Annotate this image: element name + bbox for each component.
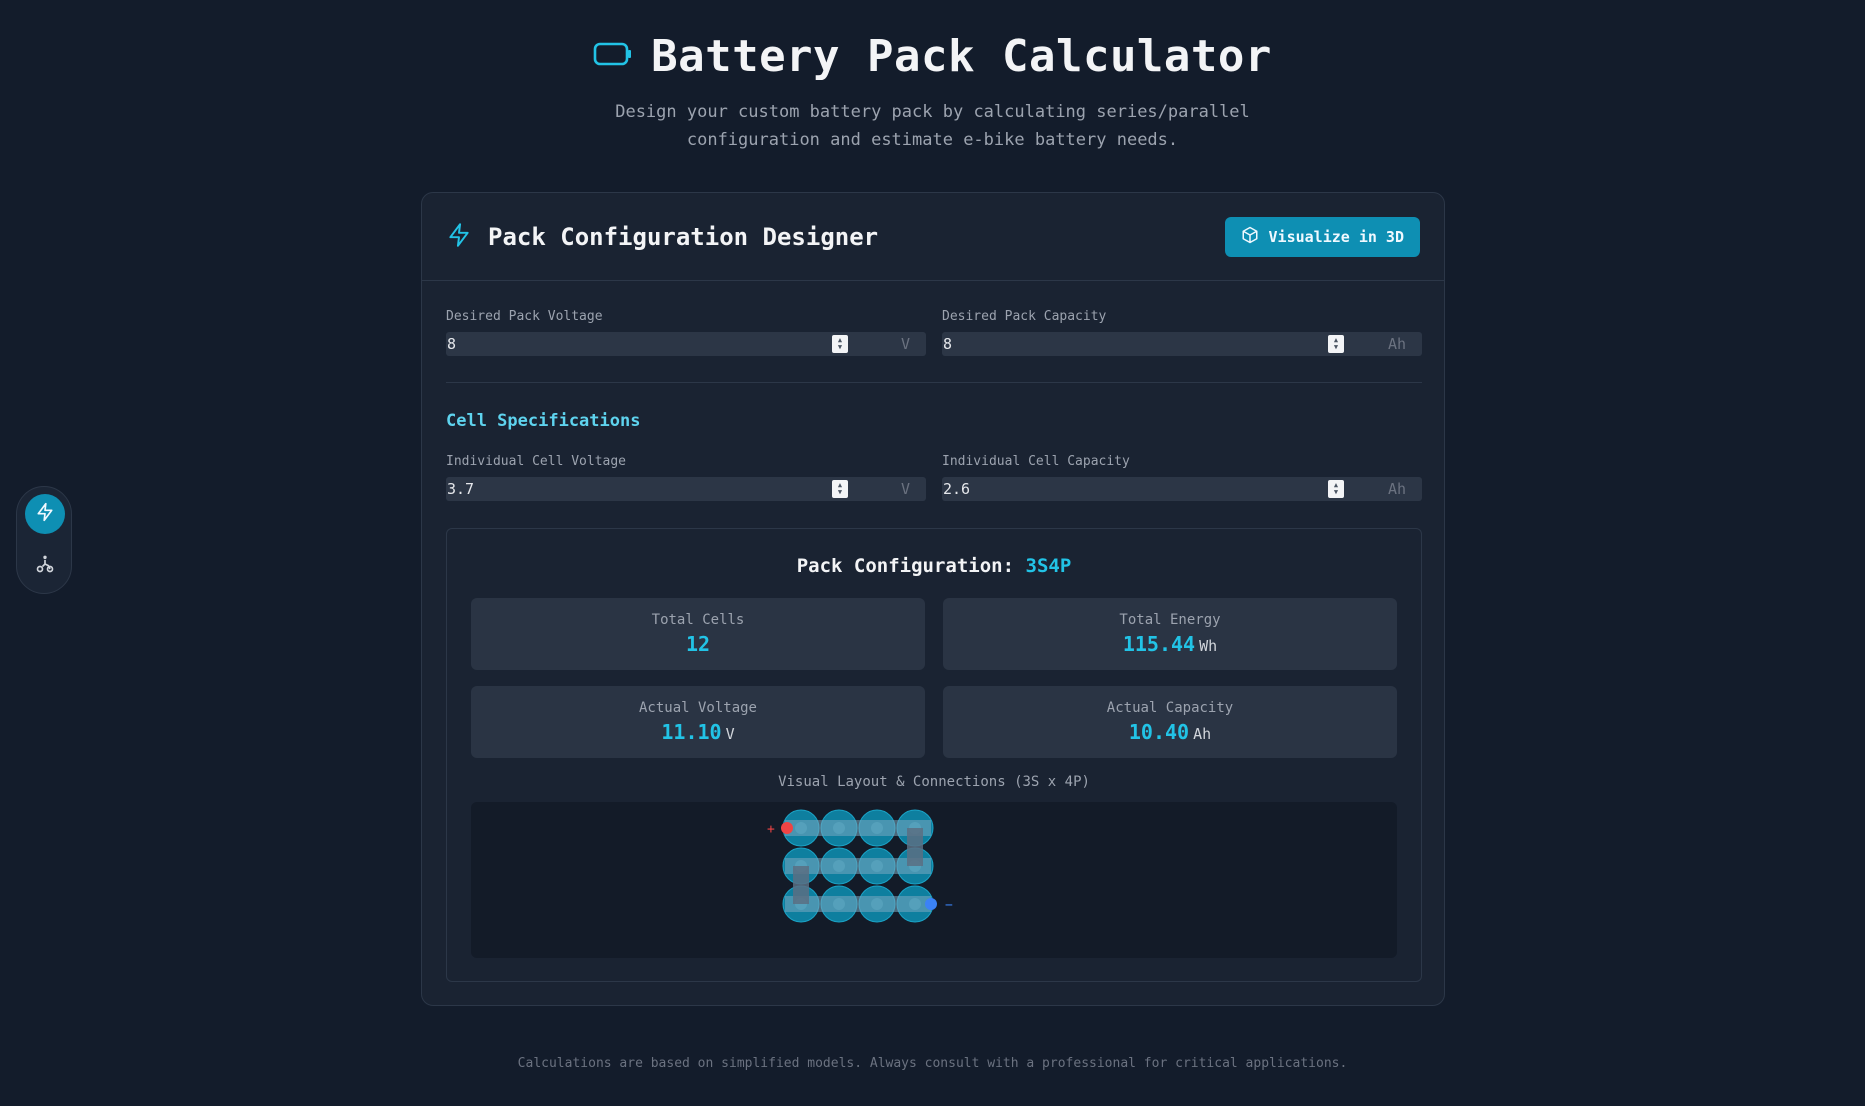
negative-terminal — [925, 898, 937, 910]
stat-actual-voltage: Actual Voltage 11.10 V — [471, 686, 925, 758]
page-subtitle: Design your custom battery pack by calcu… — [615, 102, 1250, 150]
nav-pack-designer[interactable] — [25, 494, 65, 534]
pack-capacity-label: Desired Pack Capacity — [942, 309, 1107, 324]
pack-voltage-label: Desired Pack Voltage — [446, 309, 603, 324]
cell-voltage-field: Individual Cell Voltage 3.7 ▲ ▼ V — [446, 454, 926, 501]
visualize-3d-label: Visualize in 3D — [1268, 227, 1404, 246]
pack-config-value: 3S4P — [1025, 555, 1072, 577]
negative-label: − — [945, 898, 953, 913]
cell-capacity-input[interactable]: 2.6 ▲ ▼ Ah — [942, 477, 1422, 501]
bike-icon — [35, 554, 55, 578]
pack-voltage-unit: V — [900, 335, 910, 353]
stat-actual-capacity: Actual Capacity 10.40 Ah — [943, 686, 1397, 758]
card-header: Pack Configuration Designer Visualize in… — [422, 193, 1444, 281]
cell-voltage-input[interactable]: 3.7 ▲ ▼ V — [446, 477, 926, 501]
pack-config-prefix: Pack Configuration: — [796, 555, 1015, 577]
page-title: Battery Pack Calculator — [651, 30, 1272, 82]
cell-capacity-unit: Ah — [1387, 480, 1406, 498]
zap-icon — [446, 220, 472, 254]
page-header: Battery Pack Calculator Design your cust… — [0, 30, 1865, 154]
layout-label: Visual Layout & Connections (3S x 4P) — [778, 774, 1090, 790]
stat-label: Actual Capacity — [1106, 700, 1234, 716]
pack-capacity-value: 8 — [943, 335, 953, 353]
pack-capacity-input[interactable]: 8 ▲ ▼ Ah — [942, 332, 1422, 356]
zap-icon — [35, 501, 55, 527]
stat-value: 12 — [685, 632, 711, 656]
cell-voltage-value: 3.7 — [447, 480, 475, 498]
stat-value: 115.44 — [1122, 632, 1196, 656]
cell-voltage-unit: V — [900, 480, 910, 498]
pack-designer-card: Pack Configuration Designer Visualize in… — [421, 192, 1445, 1006]
cell-capacity-label: Individual Cell Capacity — [942, 454, 1130, 469]
pack-voltage-value: 8 — [447, 335, 457, 353]
side-nav — [16, 486, 72, 594]
battery-icon — [593, 40, 633, 72]
cell-layout-svg: +− — [767, 809, 953, 923]
cell-capacity-stepper[interactable]: ▲ ▼ — [1328, 480, 1344, 498]
stat-unit: Ah — [1193, 725, 1212, 743]
pack-capacity-unit: Ah — [1387, 335, 1406, 353]
stat-total-cells: Total Cells 12 — [471, 598, 925, 670]
pack-voltage-input[interactable]: 8 ▲ ▼ V — [446, 332, 926, 356]
pack-config-title: Pack Configuration: 3S4P — [447, 555, 1421, 577]
stat-label: Total Cells — [651, 612, 745, 628]
cell-voltage-stepper[interactable]: ▲ ▼ — [832, 480, 848, 498]
stat-label: Actual Voltage — [638, 700, 757, 716]
cell-capacity-value: 2.6 — [943, 480, 971, 498]
stat-total-energy: Total Energy 115.44 Wh — [943, 598, 1397, 670]
cell-capacity-field: Individual Cell Capacity 2.6 ▲ ▼ Ah — [942, 454, 1422, 501]
cell-spec-fields: Individual Cell Voltage 3.7 ▲ ▼ V Individ… — [446, 454, 1422, 501]
cell-layout-diagram: + − — [471, 802, 1397, 958]
pack-voltage-stepper[interactable]: ▲ ▼ — [832, 335, 848, 353]
card-title: Pack Configuration Designer — [488, 222, 879, 251]
section-divider — [446, 382, 1422, 383]
cell-specs-title: Cell Specifications — [446, 411, 641, 431]
stat-value: 10.40 — [1128, 720, 1190, 744]
pack-target-fields: Desired Pack Voltage 8 ▲ ▼ V Desired Pack… — [446, 309, 1422, 356]
pack-capacity-field: Desired Pack Capacity 8 ▲ ▼ Ah — [942, 309, 1422, 356]
nav-ebike[interactable] — [25, 546, 65, 586]
stat-label: Total Energy — [1119, 612, 1221, 628]
stat-unit: Wh — [1199, 637, 1218, 655]
footer-disclaimer: Calculations are based on simplified mod… — [517, 1056, 1348, 1071]
pack-capacity-stepper[interactable]: ▲ ▼ — [1328, 335, 1344, 353]
positive-terminal — [781, 822, 793, 834]
cell-voltage-label: Individual Cell Voltage — [446, 454, 627, 469]
positive-label: + — [767, 822, 775, 837]
visualize-3d-button[interactable]: Visualize in 3D — [1224, 216, 1420, 257]
pack-result-panel: Pack Configuration: 3S4P Total Cells 12 … — [446, 528, 1422, 982]
stat-unit: V — [725, 725, 735, 743]
pack-voltage-field: Desired Pack Voltage 8 ▲ ▼ V — [446, 309, 926, 356]
stat-value: 11.10 — [661, 720, 722, 744]
cube-icon — [1241, 226, 1259, 248]
series-link — [907, 828, 923, 866]
series-link — [793, 866, 809, 904]
